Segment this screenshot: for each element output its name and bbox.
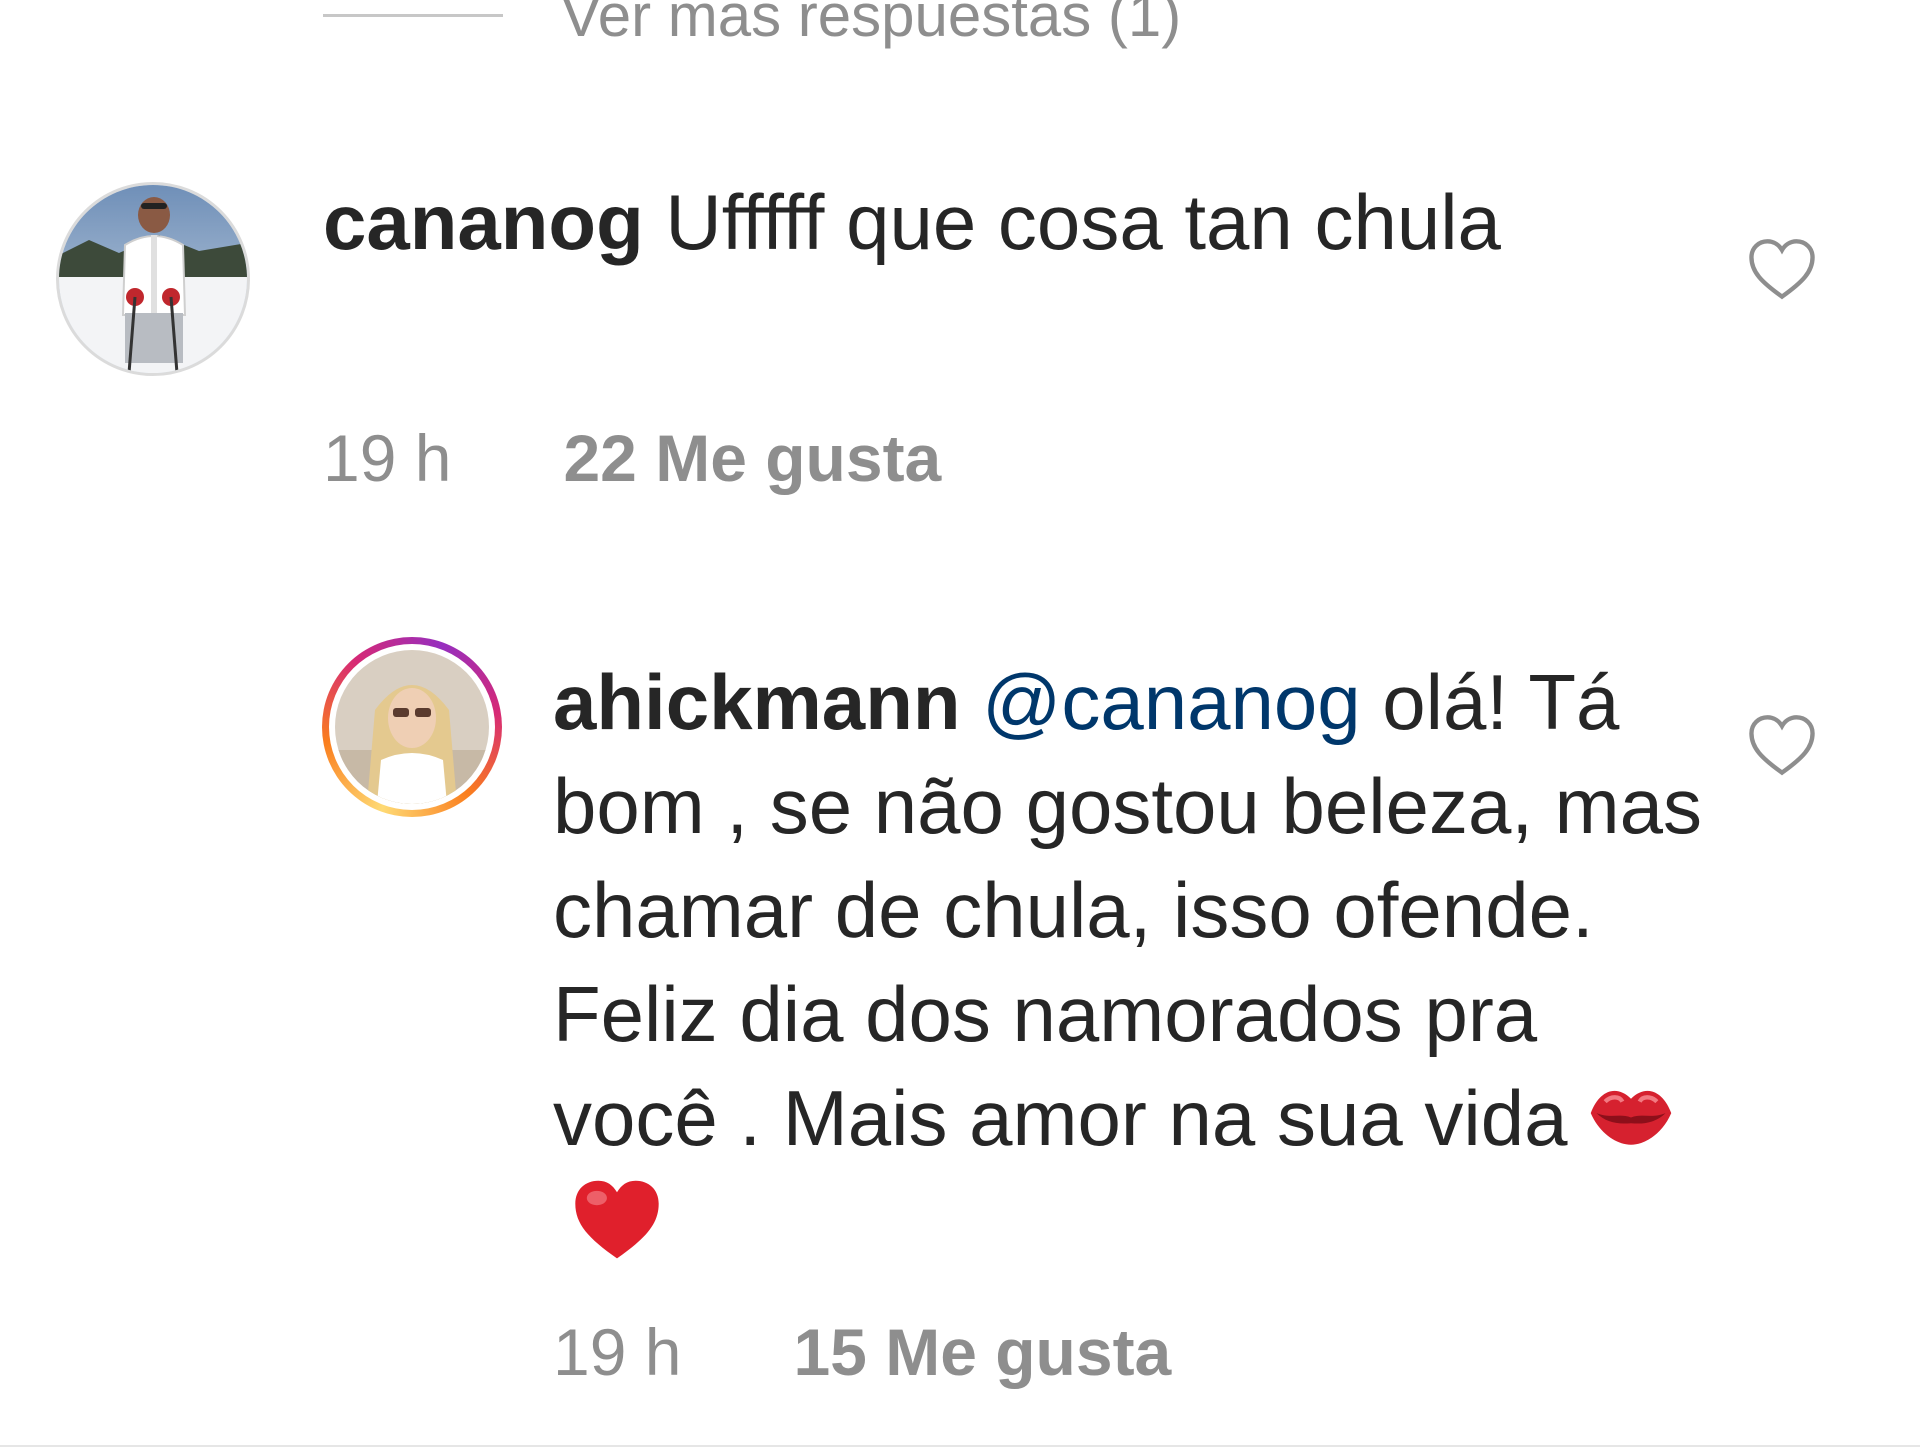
comment-likes-count[interactable]: 15 Me gusta — [793, 1314, 1171, 1390]
comment-body: Ufffff que cosa tan chula — [665, 178, 1501, 266]
replies-divider-line — [323, 13, 503, 17]
comment-ahickmann: ahickmann @cananog olá! Tá bom , se não … — [553, 650, 1713, 1275]
red-heart-icon — [575, 1180, 659, 1259]
comment-mention-link[interactable]: @cananog — [982, 658, 1360, 746]
avatar-woman-blonde-icon — [335, 650, 489, 804]
view-more-replies-label[interactable]: Ver mas respuestas (1) — [561, 0, 1181, 50]
comment-likes-count[interactable]: 22 Me gusta — [563, 420, 941, 496]
comment-meta-ahickmann: 19 h 15 Me gusta — [553, 1314, 1171, 1390]
avatar-cananog[interactable] — [56, 182, 250, 376]
heart-outline-icon[interactable] — [1747, 713, 1817, 777]
comment-cananog: cananog Ufffff que cosa tan chula — [323, 170, 1503, 274]
avatar-man-skiing-icon — [59, 185, 247, 373]
heart-outline-icon[interactable] — [1747, 237, 1817, 301]
avatar-ahickmann[interactable] — [322, 637, 502, 817]
comment-timestamp: 19 h — [553, 1315, 682, 1389]
comment-username[interactable]: cananog — [323, 178, 644, 266]
comment-timestamp: 19 h — [323, 421, 452, 495]
comment-username[interactable]: ahickmann — [553, 658, 960, 746]
comment-body-first: olá! — [1382, 658, 1509, 746]
avatar-photo — [335, 650, 489, 804]
comment-meta-cananog: 19 h 22 Me gusta — [323, 420, 941, 496]
view-more-replies[interactable]: Ver mas respuestas (1) — [323, 0, 1181, 50]
bottom-divider — [0, 1445, 1920, 1447]
story-ring-gap — [329, 644, 495, 810]
kiss-mark-icon — [1591, 1091, 1672, 1146]
